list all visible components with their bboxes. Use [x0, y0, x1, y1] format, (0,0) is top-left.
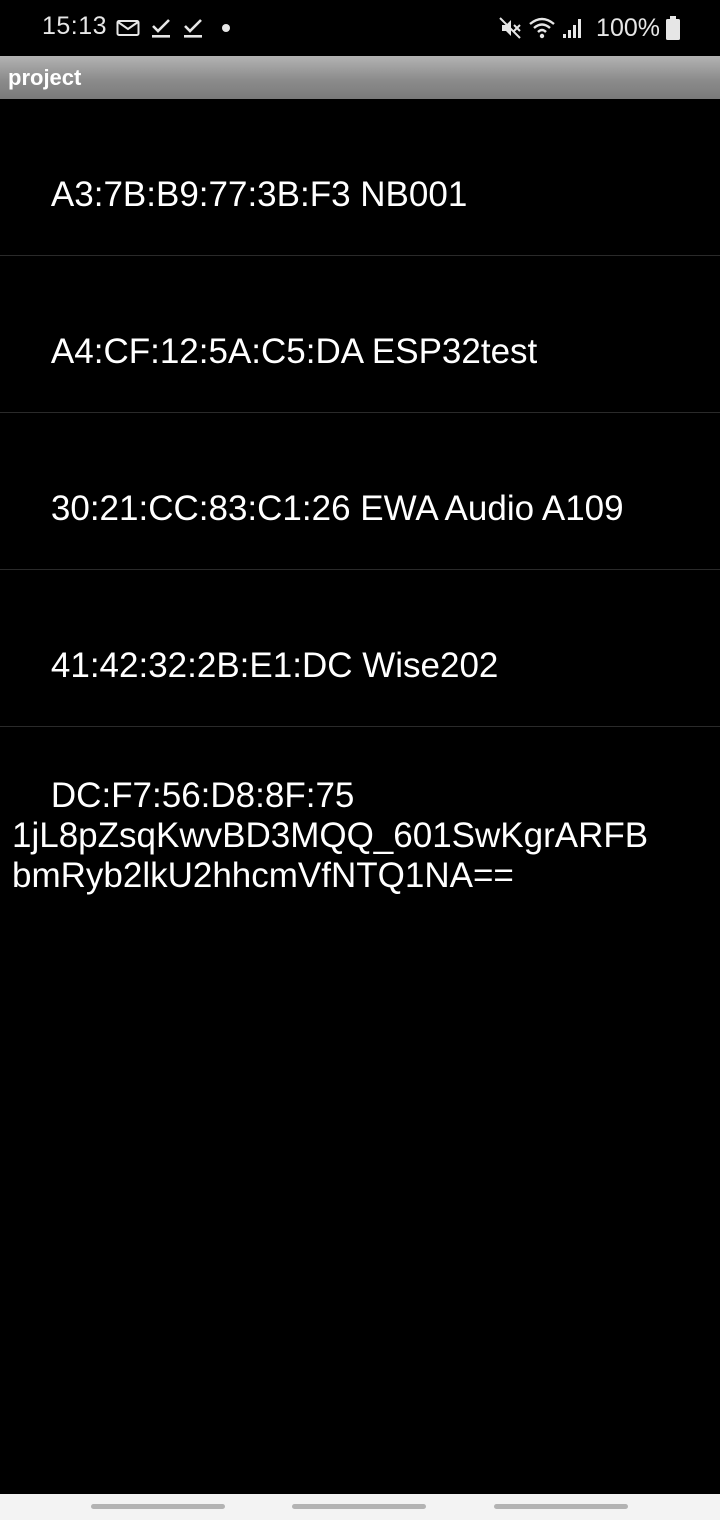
app-bar: project — [0, 56, 720, 99]
navigation-bar — [0, 1494, 720, 1520]
back-button[interactable] — [494, 1504, 628, 1509]
mute-icon — [498, 16, 522, 40]
battery-percent: 100% — [596, 13, 660, 42]
download-check-icon — [182, 17, 204, 39]
recents-button[interactable] — [91, 1504, 225, 1509]
download-check-icon — [150, 17, 172, 39]
device-label: DC:F7:56:D8:8F:75 1jL8pZsqKwvBD3MQQ_601S… — [12, 776, 649, 895]
battery-icon — [666, 16, 680, 40]
notification-icons — [116, 14, 236, 42]
status-bar: 15:13 100% — [0, 0, 720, 56]
device-list-item[interactable]: DC:F7:56:D8:8F:75 1jL8pZsqKwvBD3MQQ_601S… — [0, 727, 720, 936]
system-icons: 100% — [498, 12, 680, 44]
device-list-item[interactable]: 41:42:32:2B:E1:DC Wise202 — [0, 570, 720, 727]
gmail-icon — [116, 18, 140, 38]
device-list-item[interactable]: A4:CF:12:5A:C5:DA ESP32test — [0, 256, 720, 413]
app-title: project — [8, 65, 82, 90]
status-time: 15:13 — [42, 12, 108, 40]
device-label: 41:42:32:2B:E1:DC Wise202 — [50, 646, 499, 685]
device-list-item[interactable]: 30:21:CC:83:C1:26 EWA Audio A109 — [0, 413, 720, 570]
signal-icon — [562, 16, 584, 40]
device-label: 30:21:CC:83:C1:26 EWA Audio A109 — [50, 489, 624, 528]
home-button[interactable] — [292, 1504, 426, 1509]
wifi-icon — [528, 16, 556, 40]
device-label: A3:7B:B9:77:3B:F3 NB001 — [50, 175, 468, 214]
device-list-item[interactable]: A3:7B:B9:77:3B:F3 NB001 — [0, 99, 720, 256]
device-label: A4:CF:12:5A:C5:DA ESP32test — [50, 332, 538, 371]
notification-dot-icon — [214, 17, 236, 39]
device-list: A3:7B:B9:77:3B:F3 NB001 A4:CF:12:5A:C5:D… — [0, 99, 720, 936]
